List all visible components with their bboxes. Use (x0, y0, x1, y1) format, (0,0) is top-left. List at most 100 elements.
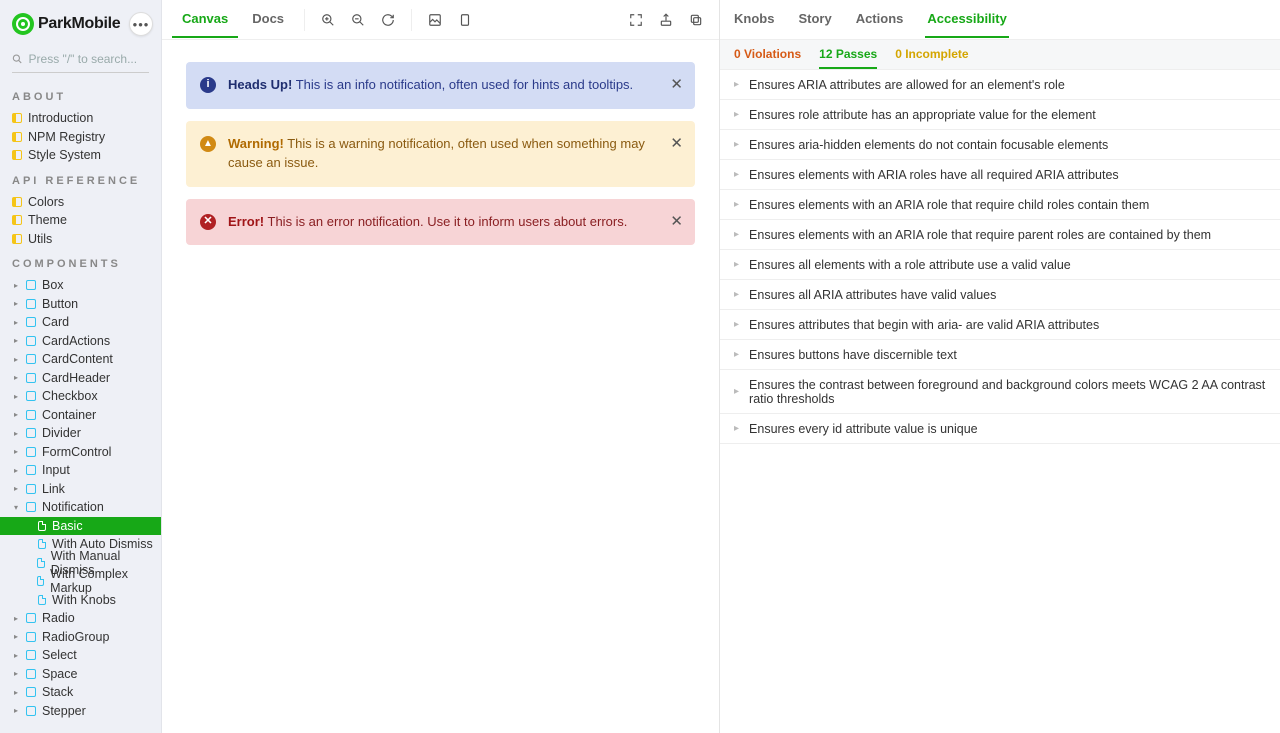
logo[interactable]: ParkMobile (12, 13, 129, 35)
sidebar-item-space[interactable]: ▸Space (0, 665, 161, 684)
search-input[interactable] (29, 52, 149, 66)
sidebar-story[interactable]: Basic (0, 517, 161, 536)
sidebar-item-cardactions[interactable]: ▸CardActions (0, 332, 161, 351)
banner-body: This is an error notification. Use it to… (268, 214, 628, 229)
story-icon (37, 576, 44, 586)
a11y-rule[interactable]: ▸Ensures role attribute has an appropria… (720, 100, 1280, 130)
rule-text: Ensures all ARIA attributes have valid v… (749, 288, 996, 302)
a11y-rule[interactable]: ▸Ensures elements with an ARIA role that… (720, 220, 1280, 250)
zoom-reset-button[interactable] (375, 7, 401, 33)
sidebar-item-button[interactable]: ▸Button (0, 295, 161, 314)
a11y-rule[interactable]: ▸Ensures all elements with a role attrib… (720, 250, 1280, 280)
chevron-right-icon: ▸ (12, 373, 20, 382)
chevron-right-icon: ▸ (734, 423, 739, 434)
a11y-rule[interactable]: ▸Ensures the contrast between foreground… (720, 370, 1280, 414)
a11y-rule[interactable]: ▸Ensures elements with ARIA roles have a… (720, 160, 1280, 190)
more-button[interactable]: ••• (129, 12, 153, 36)
rule-text: Ensures buttons have discernible text (749, 348, 957, 362)
sidebar-item-divider[interactable]: ▸Divider (0, 424, 161, 443)
document-icon (12, 234, 22, 244)
sidebar-item-label: With Complex Markup (50, 567, 157, 595)
subtab-incomplete[interactable]: 0 Incomplete (895, 41, 968, 69)
sidebar-item[interactable]: Style System (0, 146, 161, 165)
refresh-icon (381, 13, 395, 27)
a11y-rules-list[interactable]: ▸ Ensures ARIA attributes are allowed for… (720, 70, 1280, 733)
rule-text: Ensures ARIA attributes are allowed for … (749, 78, 1065, 92)
sidebar-item-select[interactable]: ▸Select (0, 646, 161, 665)
zoom-in-button[interactable] (315, 7, 341, 33)
sidebar-item-input[interactable]: ▸Input (0, 461, 161, 480)
chevron-right-icon: ▸ (12, 688, 20, 697)
sidebar-item-stack[interactable]: ▸Stack (0, 683, 161, 702)
chevron-right-icon: ▸ (734, 229, 739, 240)
a11y-rule[interactable]: ▸Ensures every id attribute value is uni… (720, 414, 1280, 444)
background-button[interactable] (422, 7, 448, 33)
subtab-passes[interactable]: 12 Passes (819, 41, 877, 69)
banner-title: Warning! (228, 136, 284, 151)
sidebar-item-link[interactable]: ▸Link (0, 480, 161, 499)
search-input-wrap[interactable] (12, 48, 149, 73)
viewport-button[interactable] (452, 7, 478, 33)
canvas-preview: i Heads Up! This is an info notification… (162, 40, 719, 733)
chevron-right-icon: ▸ (12, 651, 20, 660)
chevron-right-icon: ▾ (12, 503, 20, 512)
sidebar-item-radio[interactable]: ▸Radio (0, 609, 161, 628)
subtab-violations[interactable]: 0 Violations (734, 41, 801, 69)
sidebar-item[interactable]: NPM Registry (0, 128, 161, 147)
component-icon (26, 447, 36, 457)
sidebar-item-notification[interactable]: ▾Notification (0, 498, 161, 517)
rule-text: Ensures role attribute has an appropriat… (749, 108, 1096, 122)
sidebar-item[interactable]: Colors (0, 193, 161, 212)
tab-accessibility[interactable]: Accessibility (925, 1, 1009, 38)
info-icon: i (200, 77, 216, 93)
sidebar-story[interactable]: With Complex Markup (0, 572, 161, 591)
close-icon[interactable]: ✕ (670, 133, 683, 155)
sidebar-nav[interactable]: ABOUTIntroductionNPM RegistryStyle Syste… (0, 81, 161, 733)
document-icon (12, 113, 22, 123)
fullscreen-button[interactable] (623, 7, 649, 33)
a11y-rule[interactable]: ▸Ensures attributes that begin with aria… (720, 310, 1280, 340)
a11y-rule[interactable]: ▸Ensures buttons have discernible text (720, 340, 1280, 370)
a11y-rule[interactable]: ▸Ensures ARIA attributes are allowed for… (720, 70, 1280, 100)
a11y-rule[interactable]: ▸Ensures elements with an ARIA role that… (720, 190, 1280, 220)
sidebar-item[interactable]: Utils (0, 230, 161, 249)
tab-docs[interactable]: Docs (242, 1, 294, 38)
copy-link-button[interactable] (683, 7, 709, 33)
a11y-rule[interactable]: ▸Ensures aria-hidden elements do not con… (720, 130, 1280, 160)
sidebar-item-cardheader[interactable]: ▸ CardHeader (0, 369, 161, 388)
tab-canvas[interactable]: Canvas (172, 1, 238, 38)
document-icon (12, 150, 22, 160)
sidebar-item-container[interactable]: ▸Container (0, 406, 161, 425)
sidebar-item-box[interactable]: ▸Box (0, 276, 161, 295)
open-new-button[interactable] (653, 7, 679, 33)
component-icon (26, 373, 36, 383)
zoom-out-button[interactable] (345, 7, 371, 33)
sidebar-item-radiogroup[interactable]: ▸RadioGroup (0, 628, 161, 647)
chevron-right-icon: ▸ (734, 319, 739, 330)
sidebar-item-checkbox[interactable]: ▸Checkbox (0, 387, 161, 406)
document-icon (12, 215, 22, 225)
close-icon[interactable]: ✕ (670, 211, 683, 233)
sidebar-item[interactable]: Introduction (0, 109, 161, 128)
tab-story[interactable]: Story (796, 1, 833, 38)
chevron-right-icon: ▸ (12, 632, 20, 641)
component-icon (26, 484, 36, 494)
sidebar-item-cardcontent[interactable]: ▸CardContent (0, 350, 161, 369)
sidebar-item[interactable]: Theme (0, 211, 161, 230)
component-icon (26, 613, 36, 623)
search-icon (12, 53, 23, 65)
tab-knobs[interactable]: Knobs (732, 1, 776, 38)
sidebar-item-label: Style System (28, 148, 101, 162)
sidebar-item-formcontrol[interactable]: ▸FormControl (0, 443, 161, 462)
sidebar-item-stepper[interactable]: ▸Stepper (0, 702, 161, 721)
component-icon (26, 502, 36, 512)
chevron-right-icon: ▸ (12, 318, 20, 327)
close-icon[interactable]: ✕ (670, 74, 683, 96)
component-icon (26, 317, 36, 327)
sidebar-item-card[interactable]: ▸Card (0, 313, 161, 332)
sidebar-item-label: CardHeader (42, 371, 110, 385)
component-icon (26, 632, 36, 642)
a11y-rule[interactable]: ▸Ensures all ARIA attributes have valid … (720, 280, 1280, 310)
tab-actions[interactable]: Actions (854, 1, 906, 38)
banner-body: This is a warning notification, often us… (228, 136, 645, 170)
